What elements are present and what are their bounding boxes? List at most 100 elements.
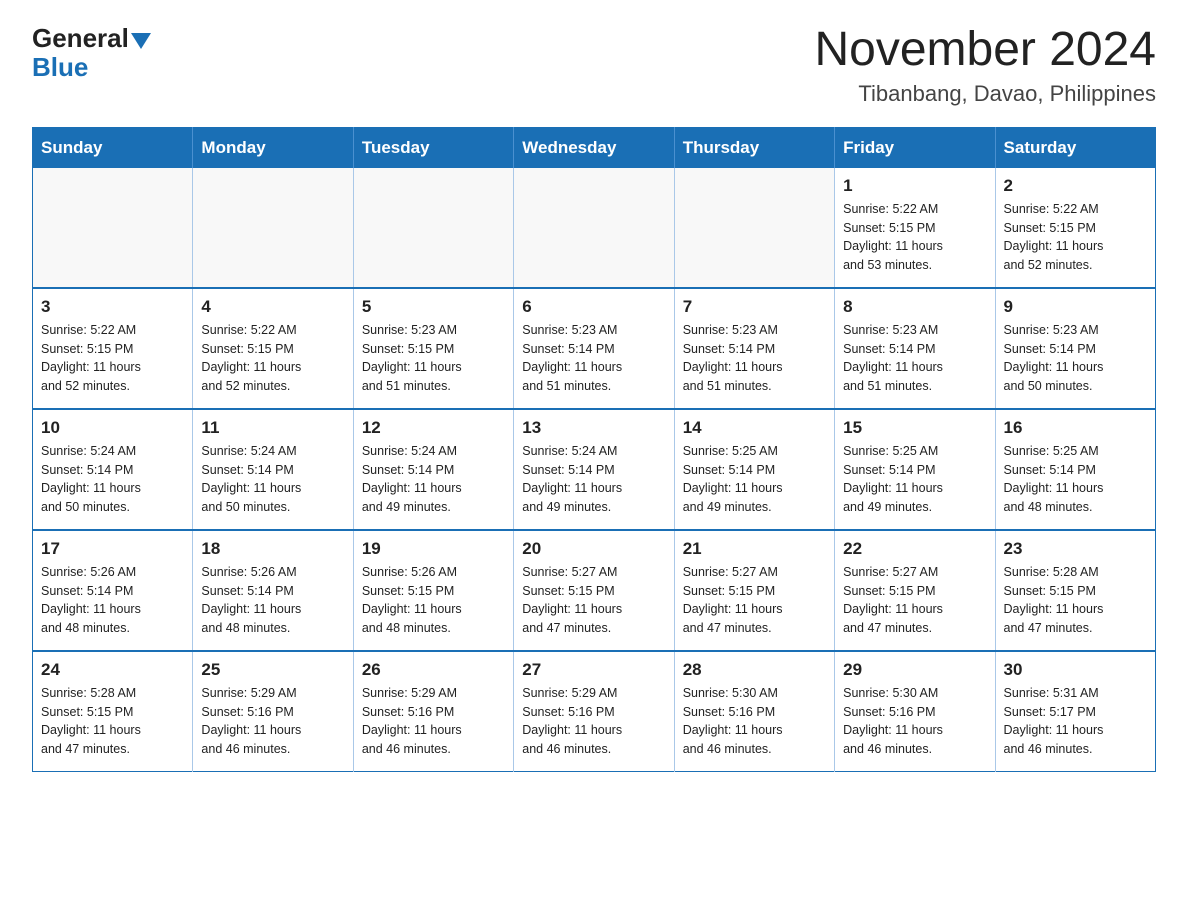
calendar-cell: 28Sunrise: 5:30 AM Sunset: 5:16 PM Dayli… — [674, 651, 834, 772]
weekday-header-friday: Friday — [835, 127, 995, 168]
day-number: 17 — [41, 539, 184, 559]
day-info: Sunrise: 5:26 AM Sunset: 5:15 PM Dayligh… — [362, 563, 505, 638]
day-number: 16 — [1004, 418, 1147, 438]
calendar-cell: 23 Sunrise: 5:28 AM Sunset: 5:15 PM Dayli… — [995, 530, 1155, 651]
calendar-table: SundayMondayTuesdayWednesdayThursdayFrid… — [32, 127, 1156, 772]
day-number: 23 — [1004, 539, 1147, 559]
day-info: Sunrise: 5:24 AM Sunset: 5:14 PM Dayligh… — [362, 442, 505, 517]
day-info: Sunrise: 5:25 AM Sunset: 5:14 PM Dayligh… — [1004, 442, 1147, 517]
calendar-cell: 17Sunrise: 5:26 AM Sunset: 5:14 PM Dayli… — [33, 530, 193, 651]
day-info: Sunrise: 5:25 AM Sunset: 5:14 PM Dayligh… — [843, 442, 986, 517]
day-info: Sunrise: 5:24 AM Sunset: 5:14 PM Dayligh… — [41, 442, 184, 517]
day-number: 20 — [522, 539, 665, 559]
calendar-cell: 1 Sunrise: 5:22 AM Sunset: 5:15 PM Daylig… — [835, 168, 995, 288]
calendar-cell: 15 Sunrise: 5:25 AM Sunset: 5:14 PM Dayli… — [835, 409, 995, 530]
calendar-week-row: 17 Sunrise: 5:26 AM Sunset: 5:14 PM Dayli… — [33, 530, 1156, 651]
calendar-cell: 30 Sunrise: 5:31 AM Sunset: 5:17 PM Dayli… — [995, 651, 1155, 772]
day-info: Sunrise: 5:31 AM Sunset: 5:17 PM Dayligh… — [1004, 684, 1147, 759]
calendar-week-row: 3 Sunrise: 5:22 AM Sunset: 5:15 PM Daylig… — [33, 288, 1156, 409]
calendar-week-row: 10 Sunrise: 5:24 AM Sunset: 5:14 PM Dayli… — [33, 409, 1156, 530]
day-info: Sunrise: 5:25 AM Sunset: 5:14 PM Dayligh… — [683, 442, 826, 517]
day-info: Sunrise: 5:22 AM Sunset: 5:15 PM Dayligh… — [201, 321, 344, 396]
day-info: Sunrise: 5:30 AM Sunset: 5:16 PM Dayligh… — [843, 684, 986, 759]
day-info: Sunrise: 5:23 AM Sunset: 5:14 PM Dayligh… — [1004, 321, 1147, 396]
day-number: 11 — [201, 418, 344, 438]
calendar-cell: 8 Sunrise: 5:23 AM Sunset: 5:14 PM Daylig… — [835, 288, 995, 409]
day-number: 5 — [362, 297, 505, 317]
calendar-cell — [674, 168, 834, 288]
day-number: 26 — [362, 660, 505, 680]
calendar-cell: 22 Sunrise: 5:27 AM Sunset: 5:15 PM Dayli… — [835, 530, 995, 651]
day-info: Sunrise: 5:28 AM Sunset: 5:15 PM Dayligh… — [41, 684, 184, 759]
calendar-cell: 27 Sunrise: 5:29 AM Sunset: 5:16 PM Dayli… — [514, 651, 674, 772]
day-info: Sunrise: 5:23 AM Sunset: 5:14 PM Dayligh… — [843, 321, 986, 396]
calendar-week-row: 24Sunrise: 5:28 AM Sunset: 5:15 PM Dayli… — [33, 651, 1156, 772]
calendar-cell: 16 Sunrise: 5:25 AM Sunset: 5:14 PM Dayli… — [995, 409, 1155, 530]
day-number: 7 — [683, 297, 826, 317]
calendar-cell: 7 Sunrise: 5:23 AM Sunset: 5:14 PM Daylig… — [674, 288, 834, 409]
calendar-cell: 19 Sunrise: 5:26 AM Sunset: 5:15 PM Dayli… — [353, 530, 513, 651]
day-info: Sunrise: 5:27 AM Sunset: 5:15 PM Dayligh… — [522, 563, 665, 638]
day-info: Sunrise: 5:24 AM Sunset: 5:14 PM Dayligh… — [522, 442, 665, 517]
weekday-header-monday: Monday — [193, 127, 353, 168]
calendar-cell: 14 Sunrise: 5:25 AM Sunset: 5:14 PM Dayli… — [674, 409, 834, 530]
calendar-cell: 5 Sunrise: 5:23 AM Sunset: 5:15 PM Daylig… — [353, 288, 513, 409]
weekday-header-row: SundayMondayTuesdayWednesdayThursdayFrid… — [33, 127, 1156, 168]
calendar-cell: 12 Sunrise: 5:24 AM Sunset: 5:14 PM Dayli… — [353, 409, 513, 530]
day-number: 30 — [1004, 660, 1147, 680]
calendar-cell: 11 Sunrise: 5:24 AM Sunset: 5:14 PM Dayli… — [193, 409, 353, 530]
day-number: 8 — [843, 297, 986, 317]
page-header: General Blue November 2024 Tibanbang, Da… — [32, 24, 1156, 107]
day-number: 12 — [362, 418, 505, 438]
month-title: November 2024 — [814, 24, 1156, 77]
day-number: 29 — [843, 660, 986, 680]
calendar-cell: 9 Sunrise: 5:23 AM Sunset: 5:14 PM Daylig… — [995, 288, 1155, 409]
day-info: Sunrise: 5:23 AM Sunset: 5:14 PM Dayligh… — [522, 321, 665, 396]
title-area: November 2024 Tibanbang, Davao, Philippi… — [814, 24, 1156, 107]
day-info: Sunrise: 5:22 AM Sunset: 5:15 PM Dayligh… — [41, 321, 184, 396]
day-number: 9 — [1004, 297, 1147, 317]
calendar-cell: 10 Sunrise: 5:24 AM Sunset: 5:14 PM Dayli… — [33, 409, 193, 530]
calendar-cell — [353, 168, 513, 288]
calendar-cell: 29 Sunrise: 5:30 AM Sunset: 5:16 PM Dayli… — [835, 651, 995, 772]
logo-top-row: General — [32, 24, 151, 53]
day-number: 14 — [683, 418, 826, 438]
calendar-cell: 24Sunrise: 5:28 AM Sunset: 5:15 PM Dayli… — [33, 651, 193, 772]
calendar-cell: 3 Sunrise: 5:22 AM Sunset: 5:15 PM Daylig… — [33, 288, 193, 409]
day-info: Sunrise: 5:29 AM Sunset: 5:16 PM Dayligh… — [362, 684, 505, 759]
weekday-header-wednesday: Wednesday — [514, 127, 674, 168]
day-info: Sunrise: 5:23 AM Sunset: 5:15 PM Dayligh… — [362, 321, 505, 396]
weekday-header-sunday: Sunday — [33, 127, 193, 168]
calendar-cell: 2Sunrise: 5:22 AM Sunset: 5:15 PM Daylig… — [995, 168, 1155, 288]
day-info: Sunrise: 5:27 AM Sunset: 5:15 PM Dayligh… — [683, 563, 826, 638]
calendar-cell: 18Sunrise: 5:26 AM Sunset: 5:14 PM Dayli… — [193, 530, 353, 651]
day-number: 19 — [362, 539, 505, 559]
calendar-cell — [33, 168, 193, 288]
day-number: 13 — [522, 418, 665, 438]
weekday-header-thursday: Thursday — [674, 127, 834, 168]
day-info: Sunrise: 5:28 AM Sunset: 5:15 PM Dayligh… — [1004, 563, 1147, 638]
weekday-header-tuesday: Tuesday — [353, 127, 513, 168]
calendar-cell: 26 Sunrise: 5:29 AM Sunset: 5:16 PM Dayli… — [353, 651, 513, 772]
day-number: 22 — [843, 539, 986, 559]
day-number: 3 — [41, 297, 184, 317]
logo: General Blue — [32, 24, 151, 81]
day-info: Sunrise: 5:22 AM Sunset: 5:15 PM Dayligh… — [843, 200, 986, 275]
day-number: 10 — [41, 418, 184, 438]
day-number: 4 — [201, 297, 344, 317]
day-info: Sunrise: 5:27 AM Sunset: 5:15 PM Dayligh… — [843, 563, 986, 638]
calendar-cell: 13 Sunrise: 5:24 AM Sunset: 5:14 PM Dayli… — [514, 409, 674, 530]
day-info: Sunrise: 5:24 AM Sunset: 5:14 PM Dayligh… — [201, 442, 344, 517]
day-info: Sunrise: 5:23 AM Sunset: 5:14 PM Dayligh… — [683, 321, 826, 396]
calendar-cell: 25Sunrise: 5:29 AM Sunset: 5:16 PM Dayli… — [193, 651, 353, 772]
day-info: Sunrise: 5:30 AM Sunset: 5:16 PM Dayligh… — [683, 684, 826, 759]
day-number: 1 — [843, 176, 986, 196]
day-number: 25 — [201, 660, 344, 680]
location-title: Tibanbang, Davao, Philippines — [814, 81, 1156, 107]
day-info: Sunrise: 5:26 AM Sunset: 5:14 PM Dayligh… — [201, 563, 344, 638]
day-number: 27 — [522, 660, 665, 680]
day-info: Sunrise: 5:29 AM Sunset: 5:16 PM Dayligh… — [522, 684, 665, 759]
day-number: 15 — [843, 418, 986, 438]
calendar-cell: 4 Sunrise: 5:22 AM Sunset: 5:15 PM Daylig… — [193, 288, 353, 409]
logo-triangle-icon — [131, 33, 151, 49]
